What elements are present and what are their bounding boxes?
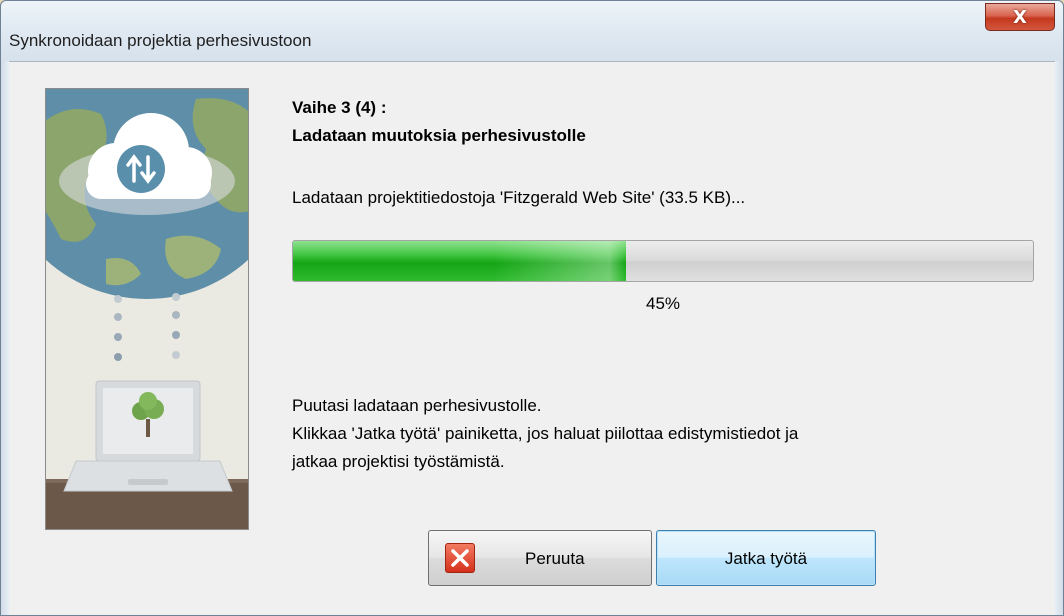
progress-bar-fill	[293, 241, 626, 281]
red-x-icon	[445, 543, 475, 573]
illustration-graphic	[46, 89, 248, 529]
title-bar[interactable]: Synkronoidaan projektia perhesivustoon X	[1, 1, 1063, 61]
close-button[interactable]: X	[985, 3, 1055, 31]
step-heading-block: Vaihe 3 (4) : Ladataan muutoksia perhesi…	[292, 94, 586, 150]
window-title: Synkronoidaan projektia perhesivustoon	[9, 31, 312, 50]
info-text: Puutasi ladataan perhesivustolle. Klikka…	[292, 392, 1012, 476]
sync-illustration	[45, 88, 249, 530]
info-line-1: Puutasi ladataan perhesivustolle.	[292, 396, 542, 415]
info-line-3: jatkaa projektisi työstämistä.	[292, 452, 505, 471]
status-text: Ladataan projektitiedostoja 'Fitzgerald …	[292, 188, 746, 207]
window-border-right	[1055, 61, 1063, 615]
info-line-2: Klikkaa 'Jatka työtä' painiketta, jos ha…	[292, 424, 799, 443]
step-description: Ladataan muutoksia perhesivustolle	[292, 126, 586, 145]
step-number: Vaihe 3 (4) :	[292, 98, 387, 117]
continue-working-button[interactable]: Jatka työtä	[656, 530, 876, 586]
close-icon: X	[1013, 6, 1027, 28]
window-border-left	[1, 61, 9, 615]
cancel-button[interactable]: Peruuta	[428, 530, 652, 586]
progress-bar	[292, 240, 1034, 282]
continue-button-label: Jatka työtä	[724, 549, 808, 568]
cancel-button-label: Peruuta	[525, 549, 585, 568]
progress-percent: 45%	[645, 294, 681, 313]
